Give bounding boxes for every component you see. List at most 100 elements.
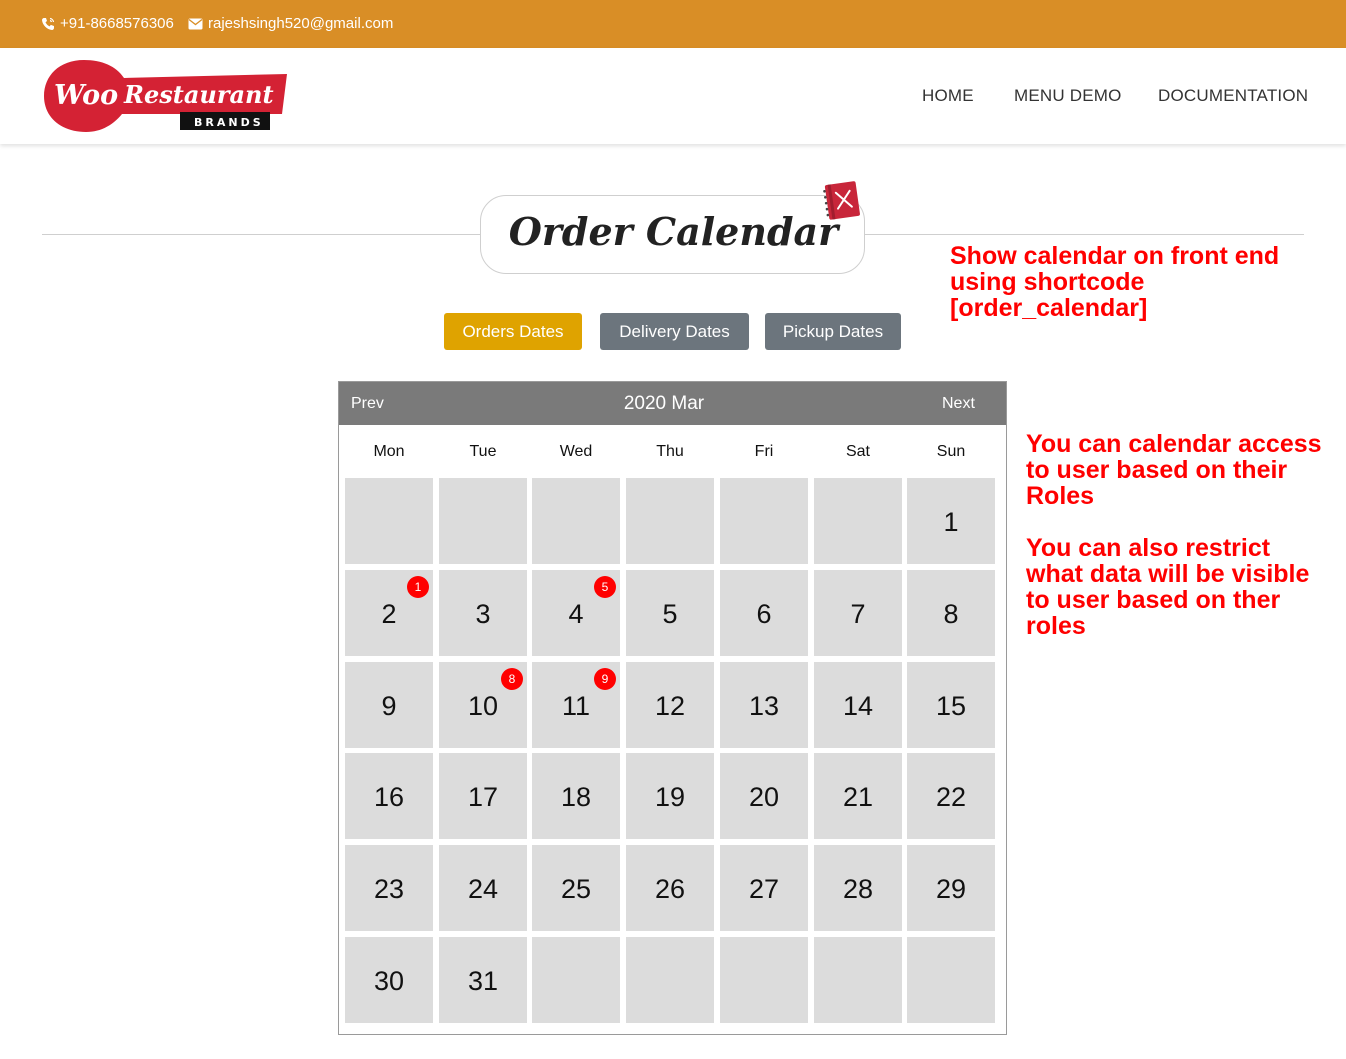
pickup-dates-button[interactable]: Pickup Dates xyxy=(765,313,901,350)
day-number: 6 xyxy=(756,599,772,629)
nav-menu-demo[interactable]: MENU DEMO xyxy=(1014,86,1122,106)
day-number: 2 xyxy=(381,599,397,629)
calendar-day-cell[interactable]: 18 xyxy=(532,753,620,839)
calendar-day-cell[interactable]: 14 xyxy=(814,662,902,748)
weekday-header: Mon xyxy=(373,443,405,460)
calendar-day-cell[interactable]: 5 xyxy=(626,570,714,656)
calendar-day-cell[interactable]: 3 xyxy=(439,570,527,656)
nav-documentation[interactable]: DOCUMENTATION xyxy=(1158,86,1308,106)
email-contact[interactable]: rajeshsingh520@gmail.com xyxy=(188,15,393,32)
day-number: 10 xyxy=(467,691,499,721)
day-number: 29 xyxy=(935,874,967,904)
calendar-day-cell[interactable]: 12 xyxy=(626,662,714,748)
day-number: 14 xyxy=(842,691,874,721)
weekday-header: Fri xyxy=(754,443,774,460)
note-role-access: You can calendar access to user based on… xyxy=(1026,430,1322,510)
day-number: 7 xyxy=(850,599,866,629)
calendar-day-cell[interactable]: 17 xyxy=(439,753,527,839)
title-divider-left xyxy=(42,234,482,235)
title-divider-right xyxy=(864,234,1304,235)
calendar-day-cell[interactable]: 11 9 xyxy=(532,662,620,748)
calendar-day-cell[interactable]: 23 xyxy=(345,845,433,931)
svg-text:BRANDS: BRANDS xyxy=(194,116,264,129)
calendar-month-title: 2020 Mar xyxy=(623,393,705,414)
note-shortcode: Show calendar on front end using shortco… xyxy=(950,242,1280,322)
note-data-restrict: You can also restrict what data will be … xyxy=(1026,534,1310,640)
calendar-day-cell[interactable]: 8 xyxy=(907,570,995,656)
calendar-day-cell[interactable]: 7 xyxy=(814,570,902,656)
orders-dates-button[interactable]: Orders Dates xyxy=(444,313,582,350)
day-number: 28 xyxy=(842,874,874,904)
calendar-day-cell[interactable]: 30 xyxy=(345,937,433,1023)
day-number: 30 xyxy=(373,966,405,996)
title-box: Order Calendar xyxy=(480,195,865,274)
calendar-day-cell[interactable]: 27 xyxy=(720,845,808,931)
calendar-day-cell[interactable]: 31 xyxy=(439,937,527,1023)
calendar-day-cell[interactable]: 13 xyxy=(720,662,808,748)
next-month-button[interactable]: Next xyxy=(942,395,975,413)
day-number: 18 xyxy=(560,782,592,812)
calendar-empty-cell xyxy=(626,937,714,1023)
calendar-day-cell[interactable]: 9 xyxy=(345,662,433,748)
day-number: 8 xyxy=(943,599,959,629)
calendar-empty-cell xyxy=(439,478,527,564)
calendar-empty-cell xyxy=(814,478,902,564)
calendar-day-cell[interactable]: 6 xyxy=(720,570,808,656)
day-number: 3 xyxy=(475,599,491,629)
calendar-header: Prev 2020 Mar Next xyxy=(339,382,1006,425)
calendar-day-cell[interactable]: 15 xyxy=(907,662,995,748)
order-count-badge: 1 xyxy=(407,576,429,598)
day-number: 19 xyxy=(654,782,686,812)
calendar-day-cell[interactable]: 20 xyxy=(720,753,808,839)
day-number: 21 xyxy=(842,782,874,812)
day-number: 12 xyxy=(654,691,686,721)
brand-logo[interactable]: Woo Restaurant BRANDS xyxy=(44,56,289,136)
calendar-empty-cell xyxy=(720,937,808,1023)
calendar-day-cell[interactable]: 22 xyxy=(907,753,995,839)
weekday-header: Tue xyxy=(469,443,497,460)
svg-text:Restaurant: Restaurant xyxy=(123,80,274,109)
envelope-icon xyxy=(188,18,203,30)
calendar-empty-cell xyxy=(532,937,620,1023)
weekday-header: Wed xyxy=(559,443,593,460)
calendar-day-cell[interactable]: 10 8 xyxy=(439,662,527,748)
email-address: rajeshsingh520@gmail.com xyxy=(208,15,394,32)
calendar-day-cell[interactable]: 21 xyxy=(814,753,902,839)
phone-contact[interactable]: +91-8668576306 xyxy=(41,15,174,32)
calendar-empty-cell xyxy=(626,478,714,564)
weekday-header: Sun xyxy=(936,443,966,460)
order-count-badge: 9 xyxy=(594,668,616,690)
calendar-empty-cell xyxy=(814,937,902,1023)
page-title: Order Calendar xyxy=(508,209,839,254)
day-number: 4 xyxy=(568,599,584,629)
day-number: 1 xyxy=(943,507,959,537)
calendar-day-cell[interactable]: 19 xyxy=(626,753,714,839)
menu-book-icon xyxy=(822,180,862,227)
site-header: Woo Restaurant BRANDS HOME MENU DEMO DOC… xyxy=(0,48,1346,144)
delivery-dates-button[interactable]: Delivery Dates xyxy=(600,313,749,350)
day-number: 17 xyxy=(467,782,499,812)
weekday-header: Thu xyxy=(656,443,684,460)
day-number: 27 xyxy=(748,874,780,904)
day-number: 24 xyxy=(467,874,499,904)
calendar-day-cell[interactable]: 16 xyxy=(345,753,433,839)
day-number: 20 xyxy=(748,782,780,812)
day-number: 16 xyxy=(373,782,405,812)
nav-home[interactable]: HOME xyxy=(922,86,974,106)
weekday-header: Sat xyxy=(845,443,870,460)
calendar-empty-cell xyxy=(532,478,620,564)
day-number: 5 xyxy=(662,599,678,629)
day-number: 13 xyxy=(748,691,780,721)
day-number: 25 xyxy=(560,874,592,904)
calendar-day-cell[interactable]: 28 xyxy=(814,845,902,931)
day-number: 11 xyxy=(561,691,591,721)
order-count-badge: 5 xyxy=(594,576,616,598)
calendar-empty-cell xyxy=(720,478,808,564)
calendar-day-cell[interactable]: 21 xyxy=(345,570,433,656)
calendar-day-cell[interactable]: 26 xyxy=(626,845,714,931)
calendar-day-cell[interactable]: 1 xyxy=(907,478,995,564)
calendar-day-cell[interactable]: 29 xyxy=(907,845,995,931)
calendar-day-cell[interactable]: 24 xyxy=(439,845,527,931)
calendar-day-cell[interactable]: 25 xyxy=(532,845,620,931)
calendar-day-cell[interactable]: 45 xyxy=(532,570,620,656)
